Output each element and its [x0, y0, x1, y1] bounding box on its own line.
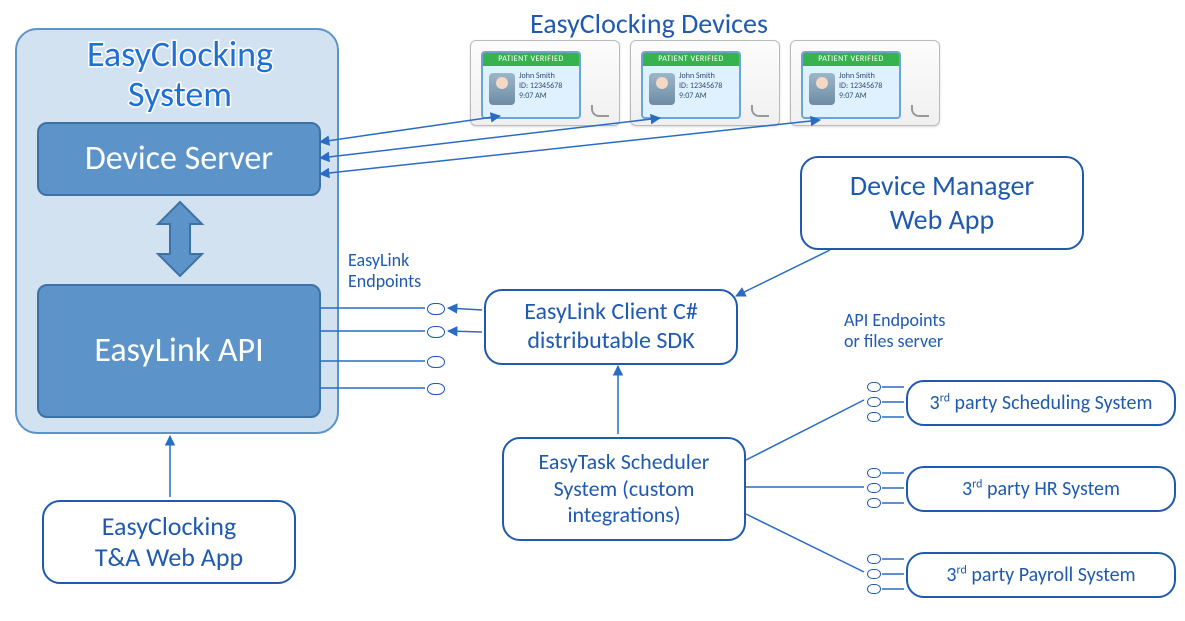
clock-device: PATIENT VERIFIEDJohn SmithID: 123456789:…: [790, 40, 940, 126]
endpoint-dot: [867, 397, 881, 407]
ta-webapp-box: EasyClockingT&A Web App: [42, 500, 296, 584]
endpoint-dot: [867, 498, 881, 508]
endpoint-dot: [427, 356, 445, 368]
device-manager-box: Device ManagerWeb App: [800, 156, 1084, 250]
endpoint-dot: [427, 326, 445, 338]
endpoint-dot: [867, 483, 881, 493]
third-party-scheduling-box: 3rd party Scheduling System: [906, 380, 1176, 426]
endpoint-dot: [867, 468, 881, 478]
sdk-box: EasyLink Client C#distributable SDK: [484, 289, 738, 365]
endpoint-dot: [867, 382, 881, 392]
clock-device: PATIENT VERIFIEDJohn SmithID: 123456789:…: [470, 40, 620, 126]
endpoints-label: EasyLinkEndpoints: [348, 250, 421, 291]
endpoint-dot: [867, 554, 881, 564]
device-server-box: Device Server: [37, 122, 321, 196]
endpoint-dot: [867, 584, 881, 594]
bidirectional-arrow-icon: [150, 200, 210, 278]
endpoint-dot: [867, 412, 881, 422]
third-party-hr-box: 3rd party HR System: [906, 466, 1176, 512]
api-endpoints-label: API Endpointsor files server: [844, 310, 945, 351]
easylink-api-box: EasyLink API: [37, 284, 321, 418]
endpoint-dot: [867, 569, 881, 579]
clock-device: PATIENT VERIFIEDJohn SmithID: 123456789:…: [630, 40, 780, 126]
third-party-payroll-box: 3rd party Payroll System: [906, 552, 1176, 598]
scheduler-box: EasyTask SchedulerSystem (customintegrat…: [502, 437, 746, 541]
endpoint-dot: [427, 383, 445, 395]
endpoint-dot: [427, 303, 445, 315]
devices-heading: EasyClocking Devices: [530, 6, 768, 41]
